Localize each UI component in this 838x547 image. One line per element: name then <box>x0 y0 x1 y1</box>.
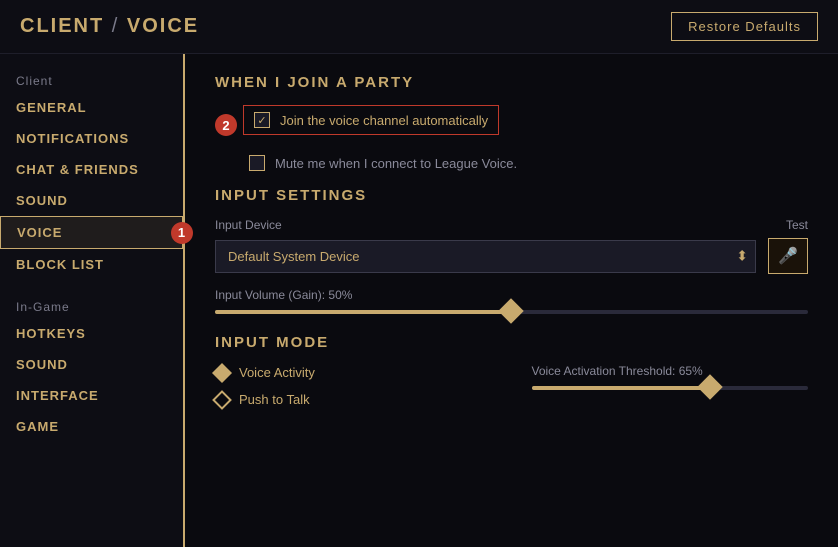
threshold-label: Voice Activation Threshold: 65% <box>532 364 809 378</box>
client-section-label: Client <box>0 64 183 92</box>
mute-label: Mute me when I connect to League Voice. <box>275 156 517 171</box>
auto-join-label: Join the voice channel automatically <box>280 113 488 128</box>
device-select-wrapper[interactable]: Default System Device ⬍ <box>215 240 756 273</box>
push-to-talk-radio[interactable]: Push to Talk <box>215 392 492 407</box>
page-title: CLIENT / VOICE <box>20 15 199 38</box>
volume-thumb[interactable] <box>502 302 522 322</box>
input-device-row-labels: Input Device Test <box>215 218 808 232</box>
test-microphone-button[interactable]: 🎤 <box>768 238 808 274</box>
ingame-section-label: In-Game <box>0 290 183 318</box>
diamond-thumb-icon <box>498 298 523 323</box>
layout: Client GENERAL NOTIFICATIONS CHAT & FRIE… <box>0 54 838 547</box>
sidebar-item-notifications[interactable]: NOTIFICATIONS <box>0 123 183 154</box>
input-device-label: Input Device <box>215 218 282 232</box>
threshold-fill <box>532 386 712 390</box>
sidebar-item-game[interactable]: GAME <box>0 411 183 442</box>
sidebar-item-chat-friends[interactable]: CHAT & FRIENDS <box>0 154 183 185</box>
mute-checkbox-row[interactable]: Mute me when I connect to League Voice. <box>215 155 808 171</box>
volume-fill <box>215 310 512 314</box>
push-to-talk-icon <box>212 390 232 410</box>
threshold-slider[interactable] <box>532 386 809 390</box>
input-mode-right: Voice Activation Threshold: 65% <box>532 334 809 419</box>
input-device-row: Default System Device ⬍ 🎤 <box>215 238 808 274</box>
input-mode-section: INPUT MODE Voice Activity Push to Talk V… <box>215 334 808 419</box>
voice-activity-radio[interactable]: Voice Activity <box>215 365 492 380</box>
badge-2: 2 <box>215 114 237 136</box>
sidebar-item-interface[interactable]: INTERFACE <box>0 380 183 411</box>
test-label: Test <box>786 218 808 232</box>
main-content: WHEN I JOIN A PARTY 2 Join the voice cha… <box>185 54 838 547</box>
sidebar-item-block-list[interactable]: BLOCK LIST <box>0 249 183 280</box>
sidebar-item-voice[interactable]: VOICE 1 <box>0 216 183 249</box>
auto-join-checkbox[interactable] <box>254 112 270 128</box>
header: CLIENT / VOICE Restore Defaults <box>0 0 838 54</box>
volume-slider[interactable] <box>215 310 808 314</box>
title-client: CLIENT <box>20 15 104 37</box>
device-select[interactable]: Default System Device <box>215 240 756 273</box>
mute-checkbox[interactable] <box>249 155 265 171</box>
sidebar-item-sound-ingame[interactable]: SOUND <box>0 349 183 380</box>
voice-activity-label: Voice Activity <box>239 365 315 380</box>
input-mode-left: INPUT MODE Voice Activity Push to Talk <box>215 334 492 419</box>
threshold-thumb[interactable] <box>701 378 721 398</box>
sidebar-item-hotkeys[interactable]: HOTKEYS <box>0 318 183 349</box>
input-mode-heading: INPUT MODE <box>215 334 492 351</box>
party-section-heading: WHEN I JOIN A PARTY <box>215 74 808 91</box>
threshold-thumb-icon <box>697 374 722 399</box>
badge-1: 1 <box>171 222 193 244</box>
sidebar: Client GENERAL NOTIFICATIONS CHAT & FRIE… <box>0 54 185 547</box>
title-slash: / <box>112 15 127 37</box>
sidebar-item-general[interactable]: GENERAL <box>0 92 183 123</box>
restore-defaults-button[interactable]: Restore Defaults <box>671 12 818 41</box>
voice-activity-icon <box>212 363 232 383</box>
input-settings-heading: INPUT SETTINGS <box>215 187 808 204</box>
title-voice: VOICE <box>127 15 199 37</box>
push-to-talk-label: Push to Talk <box>239 392 310 407</box>
microphone-icon: 🎤 <box>778 246 798 266</box>
auto-join-checkbox-row[interactable]: Join the voice channel automatically <box>243 105 499 135</box>
sidebar-item-sound[interactable]: SOUND <box>0 185 183 216</box>
